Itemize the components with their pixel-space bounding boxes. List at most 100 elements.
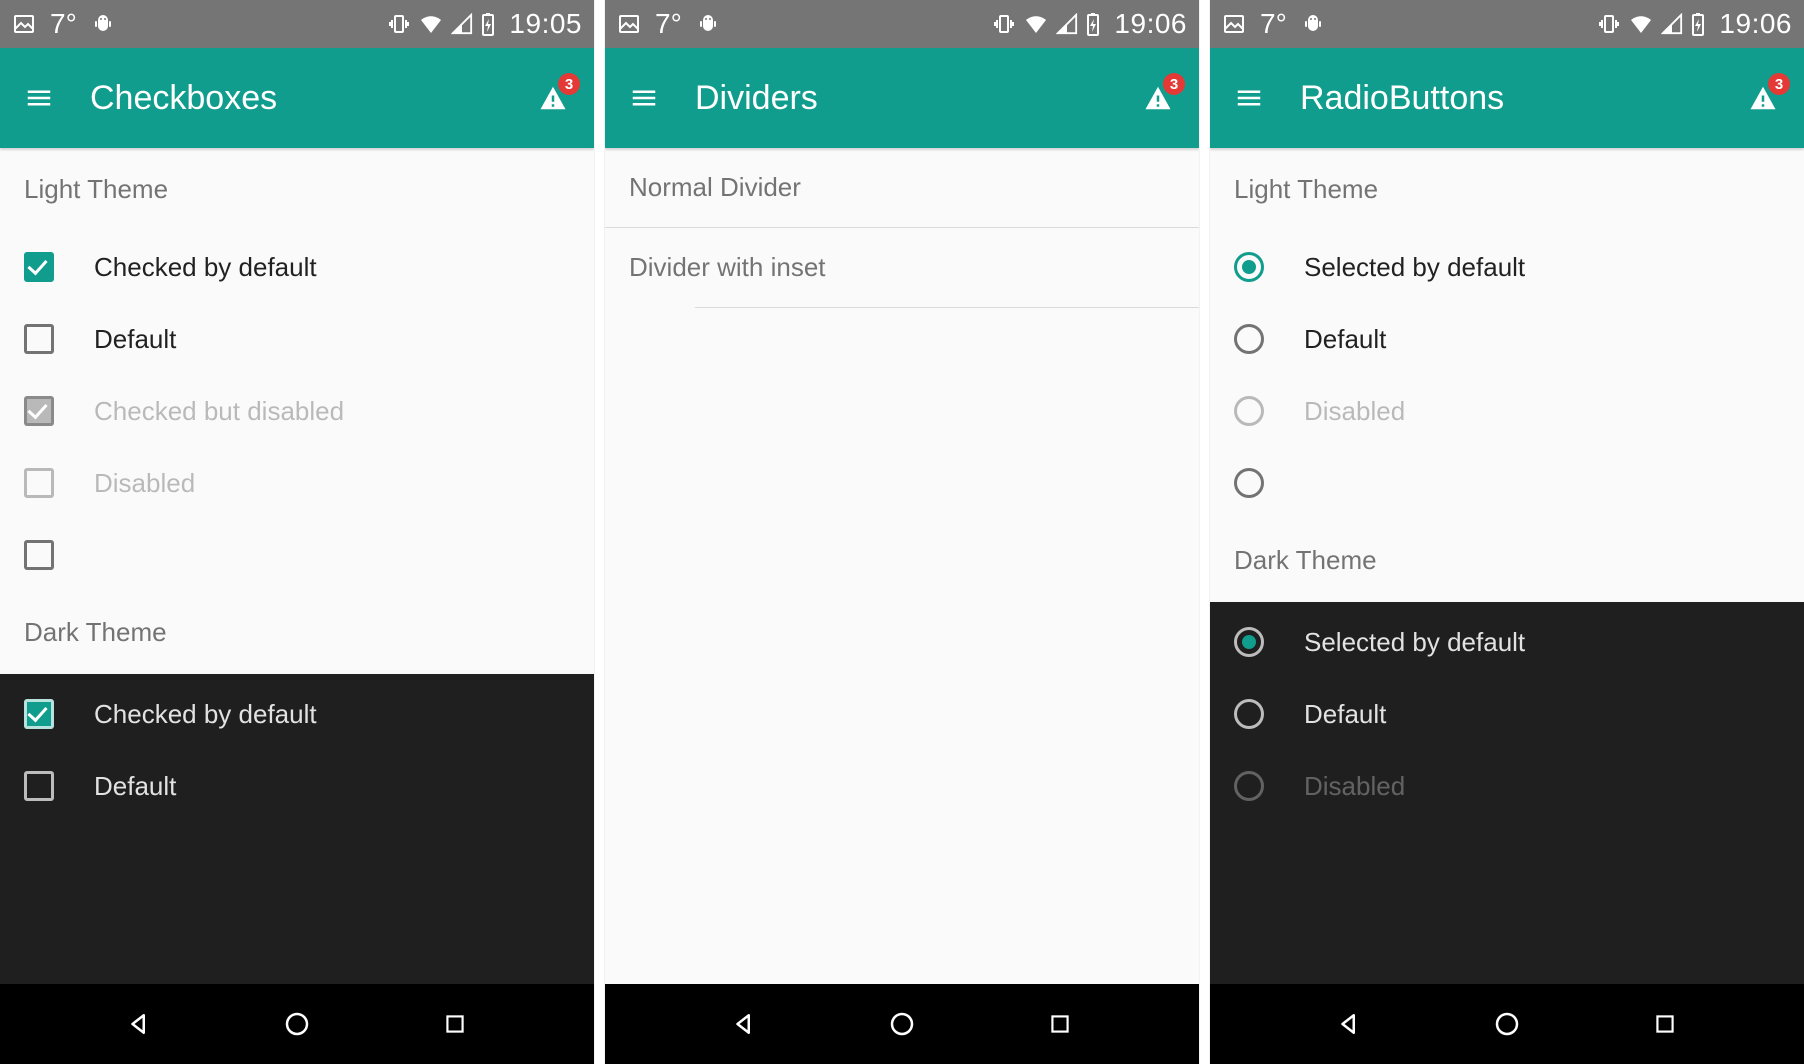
checkbox-label: Checked but disabled — [94, 396, 344, 427]
checkbox-icon — [24, 468, 54, 498]
statusbar-left: 7° — [617, 8, 720, 40]
checkbox-row-checked-default[interactable]: Checked by default — [0, 231, 594, 303]
checkbox-icon — [24, 396, 54, 426]
radio-label: Selected by default — [1304, 627, 1525, 658]
inset-divider-label: Divider with inset — [605, 228, 1199, 307]
checkbox-icon[interactable] — [24, 540, 54, 570]
statusbar-temp: 7° — [1260, 8, 1287, 40]
checkbox-icon[interactable] — [24, 771, 54, 801]
wifi-icon — [419, 12, 443, 36]
radio-icon[interactable] — [1234, 252, 1264, 282]
navbar — [0, 984, 594, 1064]
checkbox-icon[interactable] — [24, 252, 54, 282]
warning-action[interactable]: 3 — [1141, 81, 1175, 115]
dark-theme-block: Selected by default Default Disabled — [1210, 602, 1804, 984]
phone-checkboxes: 7° 19:05 — [0, 0, 594, 1064]
appbar-title: Dividers — [695, 79, 1105, 118]
statusbar-time: 19:06 — [1719, 8, 1792, 40]
checkbox-label: Checked by default — [94, 699, 317, 730]
phone-radiobuttons: 7° 19:06 RadioButtons 3 Light Theme — [1210, 0, 1804, 1064]
vibrate-icon — [387, 12, 411, 36]
warning-badge: 3 — [1768, 73, 1790, 95]
statusbar: 7° 19:06 — [605, 0, 1199, 48]
appbar: Dividers 3 — [605, 48, 1199, 148]
nav-home-button[interactable] — [1489, 1006, 1525, 1042]
statusbar: 7° 19:05 — [0, 0, 594, 48]
checkbox-label: Default — [94, 771, 176, 802]
checkbox-row-dark-checked-default[interactable]: Checked by default — [0, 678, 594, 750]
navbar — [1210, 984, 1804, 1064]
content: Light Theme Checked by default Default C… — [0, 148, 594, 984]
appbar: RadioButtons 3 — [1210, 48, 1804, 148]
battery-icon — [1086, 12, 1100, 36]
radio-row-dark-default[interactable]: Default — [1210, 678, 1804, 750]
statusbar-left: 7° — [1222, 8, 1325, 40]
radio-label: Disabled — [1304, 396, 1405, 427]
radio-row-dark-selected-default[interactable]: Selected by default — [1210, 606, 1804, 678]
wifi-icon — [1024, 12, 1048, 36]
menu-icon[interactable] — [1234, 83, 1264, 113]
appbar: Checkboxes 3 — [0, 48, 594, 148]
radio-row-default[interactable]: Default — [1210, 303, 1804, 375]
checkbox-row-dark-default[interactable]: Default — [0, 750, 594, 822]
phone-dividers: 7° 19:06 Dividers 3 Normal Divider Divid… — [605, 0, 1199, 1064]
warning-action[interactable]: 3 — [1746, 81, 1780, 115]
statusbar-right: 19:06 — [992, 8, 1187, 40]
dark-theme-block: Checked by default Default — [0, 674, 594, 984]
picture-icon — [617, 12, 641, 36]
radio-icon[interactable] — [1234, 468, 1264, 498]
picture-icon — [12, 12, 36, 36]
radio-label: Default — [1304, 699, 1386, 730]
signal-icon — [1661, 13, 1683, 35]
radio-icon — [1234, 771, 1264, 801]
radio-icon — [1234, 396, 1264, 426]
light-theme-header: Light Theme — [0, 148, 594, 231]
vibrate-icon — [992, 12, 1016, 36]
checkbox-row-default[interactable]: Default — [0, 303, 594, 375]
nav-home-button[interactable] — [884, 1006, 920, 1042]
nav-back-button[interactable] — [727, 1006, 763, 1042]
radio-row-selected-default[interactable]: Selected by default — [1210, 231, 1804, 303]
normal-divider-label: Normal Divider — [605, 148, 1199, 227]
nav-recent-button[interactable] — [1042, 1006, 1078, 1042]
battery-icon — [1691, 12, 1705, 36]
nav-back-button[interactable] — [122, 1006, 158, 1042]
nav-recent-button[interactable] — [437, 1006, 473, 1042]
menu-icon[interactable] — [24, 83, 54, 113]
checkbox-label: Default — [94, 324, 176, 355]
warning-badge: 3 — [1163, 73, 1185, 95]
menu-icon[interactable] — [629, 83, 659, 113]
warning-badge: 3 — [558, 73, 580, 95]
checkbox-icon[interactable] — [24, 324, 54, 354]
checkbox-label: Disabled — [94, 468, 195, 499]
radio-row-nolabel[interactable] — [1210, 447, 1804, 519]
nav-recent-button[interactable] — [1647, 1006, 1683, 1042]
radio-icon[interactable] — [1234, 627, 1264, 657]
checkbox-row-checked-disabled: Checked but disabled — [0, 375, 594, 447]
checkbox-row-nolabel[interactable] — [0, 519, 594, 591]
radio-label: Default — [1304, 324, 1386, 355]
statusbar-time: 19:05 — [509, 8, 582, 40]
radio-icon[interactable] — [1234, 699, 1264, 729]
android-debug-icon — [1301, 12, 1325, 36]
checkbox-label: Checked by default — [94, 252, 317, 283]
light-theme-title: Light Theme — [24, 174, 570, 205]
statusbar-temp: 7° — [50, 8, 77, 40]
checkbox-icon[interactable] — [24, 699, 54, 729]
content: Normal Divider Divider with inset — [605, 148, 1199, 984]
statusbar-left: 7° — [12, 8, 115, 40]
nav-back-button[interactable] — [1332, 1006, 1368, 1042]
nav-home-button[interactable] — [279, 1006, 315, 1042]
warning-action[interactable]: 3 — [536, 81, 570, 115]
dark-theme-title: Dark Theme — [24, 617, 570, 648]
picture-icon — [1222, 12, 1246, 36]
radio-row-disabled: Disabled — [1210, 375, 1804, 447]
navbar — [605, 984, 1199, 1064]
radio-label: Disabled — [1304, 771, 1405, 802]
android-debug-icon — [91, 12, 115, 36]
statusbar-temp: 7° — [655, 8, 682, 40]
dark-theme-title: Dark Theme — [1234, 545, 1780, 576]
light-theme-header: Light Theme — [1210, 148, 1804, 231]
radio-icon[interactable] — [1234, 324, 1264, 354]
statusbar: 7° 19:06 — [1210, 0, 1804, 48]
